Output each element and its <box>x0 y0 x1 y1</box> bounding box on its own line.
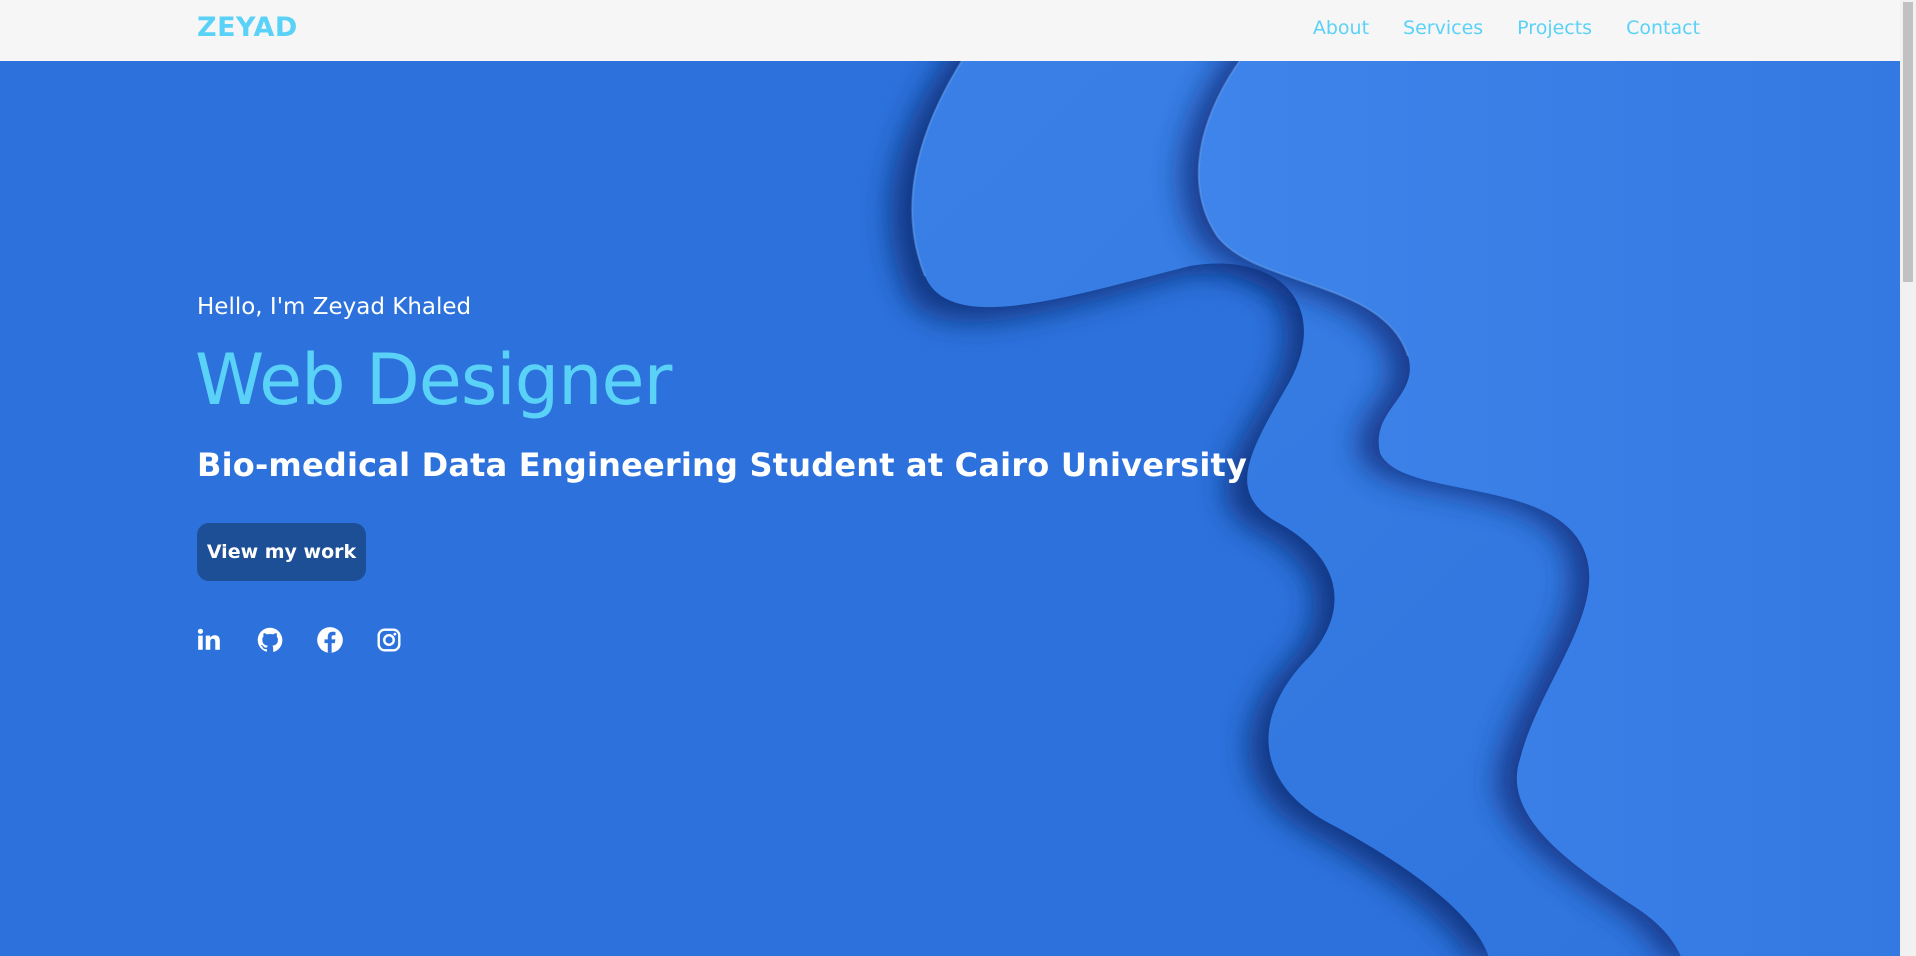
github-icon <box>256 626 284 654</box>
scrollbar-thumb[interactable] <box>1903 2 1913 282</box>
nav-link-projects[interactable]: Projects <box>1517 17 1592 39</box>
page: ZEYAD About Services Projects Contact He… <box>0 0 1916 956</box>
nav-link-about[interactable]: About <box>1313 17 1369 39</box>
social-links <box>196 625 436 655</box>
page-scrollbar[interactable] <box>1900 0 1916 956</box>
navbar: ZEYAD About Services Projects Contact <box>0 0 1900 61</box>
hero-role-title: Web Designer <box>195 339 672 421</box>
instagram-link[interactable] <box>376 625 436 655</box>
linkedin-link[interactable] <box>196 625 256 655</box>
linkedin-icon <box>196 627 222 653</box>
nav-link-services[interactable]: Services <box>1403 17 1483 39</box>
hero-subtitle: Bio-medical Data Engineering Student at … <box>197 446 1248 484</box>
facebook-link[interactable] <box>316 625 376 655</box>
github-link[interactable] <box>256 625 316 655</box>
instagram-icon <box>376 627 402 653</box>
nav-links: About Services Projects Contact <box>1313 17 1700 39</box>
hero-background-art <box>0 61 1900 956</box>
hero-section: Hello, I'm Zeyad Khaled Web Designer Bio… <box>0 61 1900 956</box>
hero-greeting: Hello, I'm Zeyad Khaled <box>197 294 472 320</box>
nav-link-contact[interactable]: Contact <box>1626 17 1700 39</box>
site-logo[interactable]: ZEYAD <box>197 12 298 43</box>
view-my-work-button[interactable]: View my work <box>197 523 366 581</box>
facebook-icon <box>316 626 344 654</box>
